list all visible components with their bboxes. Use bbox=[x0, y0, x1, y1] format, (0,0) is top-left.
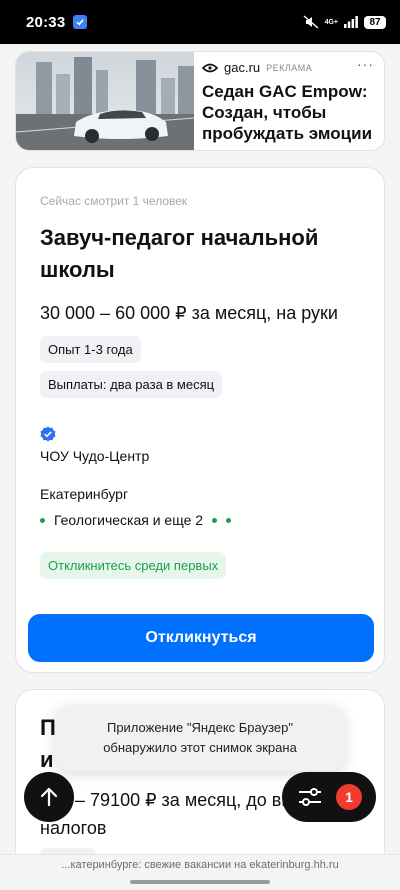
ad-tag: РЕКЛАМА bbox=[266, 62, 313, 73]
filter-button[interactable]: 1 bbox=[282, 772, 376, 822]
ad-image-car bbox=[16, 52, 194, 150]
network-type: 4G+ bbox=[324, 18, 338, 26]
experience-chip: Опыт 1-3 года bbox=[40, 336, 141, 363]
filter-sliders-icon bbox=[299, 788, 321, 806]
status-bar: 20:33 4G+ 87 bbox=[0, 0, 400, 44]
vacancy-salary: 30 000 – 60 000 ₽ за месяц, на руки bbox=[40, 303, 338, 323]
ad-domain: gac.ru bbox=[224, 60, 261, 75]
company-name[interactable]: ЧОУ Чудо-Центр bbox=[40, 448, 360, 464]
scroll-top-button[interactable] bbox=[24, 772, 74, 822]
mute-icon bbox=[303, 15, 319, 29]
viewers-count: Сейчас смотрит 1 человек bbox=[40, 194, 188, 208]
metro-line-dot-icon bbox=[40, 517, 45, 523]
more-options-icon[interactable]: ··· bbox=[357, 56, 374, 72]
vacancy-chips: Опыт 1-3 года Выплаты: два раза в месяц bbox=[40, 336, 360, 398]
status-time: 20:33 bbox=[26, 13, 66, 31]
gac-logo-icon bbox=[202, 63, 218, 72]
vacancy-card[interactable]: Сейчас смотрит 1 человек Завуч-педагог н… bbox=[15, 167, 385, 673]
metro-more-dots-icon bbox=[212, 517, 232, 523]
notification-check-icon bbox=[73, 15, 88, 29]
verified-icon bbox=[40, 426, 56, 442]
metro-label: Геологическая и еще 2 bbox=[54, 512, 204, 528]
battery-indicator: 87 bbox=[364, 15, 386, 29]
toast-text: Приложение "Яндекс Браузер" обнаружило э… bbox=[103, 720, 297, 755]
status-icons: 4G+ 87 bbox=[303, 15, 386, 29]
apply-first-badge: Откликнитесь среди первых bbox=[40, 552, 227, 579]
vacancy-title[interactable]: Завуч-педагог начальной школы bbox=[40, 222, 360, 286]
ad-banner[interactable]: gac.ru РЕКЛАМА ··· Седан GAC Empow: Созд… bbox=[15, 51, 385, 151]
signal-icon bbox=[344, 16, 358, 28]
vacancy-city: Екатеринбург bbox=[40, 486, 129, 502]
browser-url-bar[interactable]: ...катеринбурге: свежие вакансии на ekat… bbox=[0, 854, 400, 890]
page-url-title[interactable]: ...катеринбурге: свежие вакансии на ekat… bbox=[0, 859, 400, 871]
metro-station: Геологическая и еще 2 bbox=[40, 512, 360, 528]
payouts-chip: Выплаты: два раза в месяц bbox=[40, 371, 223, 398]
apply-button[interactable]: Откликнуться bbox=[28, 614, 374, 662]
ad-title: Седан GAC Empow: Создан, чтобы пробуждат… bbox=[202, 82, 373, 143]
home-indicator[interactable] bbox=[130, 880, 270, 884]
arrow-up-icon bbox=[40, 787, 58, 807]
ad-body: gac.ru РЕКЛАМА ··· Седан GAC Empow: Созд… bbox=[194, 52, 384, 150]
ad-meta: gac.ru РЕКЛАМА bbox=[202, 60, 374, 75]
screenshot-toast: Приложение "Яндекс Браузер" обнаружило э… bbox=[55, 705, 345, 771]
filter-count-badge: 1 bbox=[336, 784, 362, 810]
